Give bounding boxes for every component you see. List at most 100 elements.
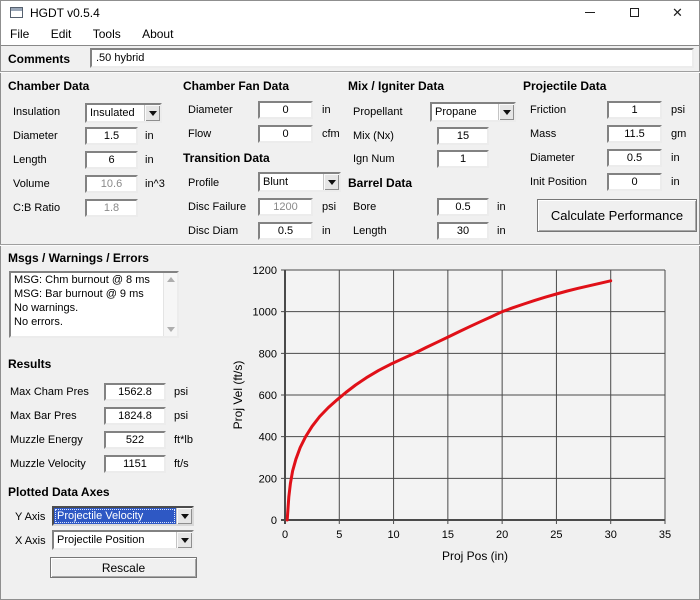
barrel-length-field[interactable]: 30 [437,222,489,240]
friction-label: Friction [530,104,566,116]
chamber-volume-unit: in^3 [145,178,165,190]
disc-failure-unit: psi [322,201,336,213]
results-header: Results [8,357,51,371]
y-tick-label: 0 [271,515,277,527]
disc-diam-field[interactable]: 0.5 [258,222,313,240]
scroll-down-icon[interactable] [167,327,175,332]
muzzle-energy-label: Muzzle Energy [10,434,83,446]
barrel-length-unit: in [497,225,506,237]
init-position-label: Init Position [530,176,587,188]
cb-ratio-field: 1.8 [85,199,138,217]
x-axis-label: X Axis [15,535,46,547]
chamber-volume-label: Volume [13,178,50,190]
ign-num-field[interactable]: 1 [437,150,489,168]
plotted-axes-header: Plotted Data Axes [8,485,110,499]
mix-igniter-header: Mix / Igniter Data [348,79,444,93]
x-axis-dropdown[interactable]: Projectile Position [52,530,194,550]
velocity-position-chart: 05101520253035020040060080010001200Proj … [228,250,694,580]
insulation-dropdown[interactable]: Insulated [85,103,162,123]
bore-label: Bore [353,201,376,213]
menubar: File Edit Tools About [1,24,699,46]
message-line: No warnings. [11,301,177,315]
dropdown-arrow-icon[interactable] [144,105,160,121]
max-cham-pres-field: 1562.8 [104,383,166,401]
muzzle-velocity-label: Muzzle Velocity [10,458,86,470]
x-tick-label: 20 [496,529,508,541]
window-title: HGDT v0.5.4 [30,6,100,20]
message-line: MSG: Bar burnout @ 9 ms [11,287,177,301]
fan-data-header: Chamber Fan Data [183,79,289,93]
fan-flow-label: Flow [188,128,211,140]
dropdown-arrow-icon[interactable] [176,508,192,524]
minimize-icon [585,12,595,13]
y-axis-title: Proj Vel (ft/s) [231,361,245,430]
barrel-data-header: Barrel Data [348,176,412,190]
calculate-performance-button[interactable]: Calculate Performance [537,199,697,232]
max-bar-pres-field: 1824.8 [104,407,166,425]
y-tick-label: 600 [259,390,277,402]
projectile-diameter-field[interactable]: 0.5 [607,149,662,167]
y-tick-label: 200 [259,473,277,485]
mass-field[interactable]: 11.5 [607,125,662,143]
fan-flow-field[interactable]: 0 [258,125,313,143]
dropdown-arrow-icon[interactable] [323,174,339,190]
max-bar-pres-label: Max Bar Pres [10,410,77,422]
muzzle-energy-unit: ft*lb [174,434,193,446]
ign-num-label: Ign Num [353,153,395,165]
fan-diameter-unit: in [322,104,331,116]
chamber-diameter-field[interactable]: 1.5 [85,127,138,145]
disc-diam-label: Disc Diam [188,225,238,237]
disc-diam-unit: in [322,225,331,237]
insulation-label: Insulation [13,106,60,118]
listbox-scrollbar[interactable] [163,273,177,336]
x-tick-label: 5 [336,529,342,541]
max-cham-pres-label: Max Cham Pres [10,386,89,398]
friction-field[interactable]: 1 [607,101,662,119]
y-tick-label: 800 [259,348,277,360]
dropdown-arrow-icon[interactable] [176,532,192,548]
menu-about[interactable]: About [133,24,182,45]
projectile-diameter-label: Diameter [530,152,575,164]
messages-header: Msgs / Warnings / Errors [8,251,149,265]
minimize-button[interactable] [567,1,612,24]
fan-diameter-field[interactable]: 0 [258,101,313,119]
profile-label: Profile [188,177,219,189]
dropdown-arrow-icon[interactable] [498,104,514,120]
chamber-length-unit: in [145,154,154,166]
x-tick-label: 35 [659,529,671,541]
menu-edit[interactable]: Edit [42,24,81,45]
scroll-up-icon[interactable] [167,277,175,282]
init-position-field[interactable]: 0 [607,173,662,191]
chamber-diameter-label: Diameter [13,130,58,142]
close-icon: ✕ [672,6,683,19]
mix-nx-field[interactable]: 15 [437,127,489,145]
propellant-dropdown[interactable]: Propane [430,102,516,122]
profile-dropdown[interactable]: Blunt [258,172,341,192]
bore-field[interactable]: 0.5 [437,198,489,216]
menu-tools[interactable]: Tools [84,24,130,45]
y-axis-dropdown[interactable]: Projectile Velocity [52,506,194,526]
maximize-button[interactable] [612,1,657,24]
cb-ratio-label: C:B Ratio [13,202,60,214]
x-tick-label: 10 [387,529,399,541]
menu-file[interactable]: File [1,24,38,45]
transition-data-header: Transition Data [183,151,270,165]
muzzle-energy-field: 522 [104,431,166,449]
rescale-button[interactable]: Rescale [50,557,197,578]
messages-listbox[interactable]: MSG: Chm burnout @ 8 ms MSG: Bar burnout… [9,271,179,338]
friction-unit: psi [671,104,685,116]
max-bar-pres-unit: psi [174,410,188,422]
init-position-unit: in [671,176,680,188]
close-button[interactable]: ✕ [655,1,700,24]
divider-middle [0,244,700,246]
x-tick-label: 25 [550,529,562,541]
max-cham-pres-unit: psi [174,386,188,398]
projectile-data-header: Projectile Data [523,79,606,93]
muzzle-velocity-field: 1151 [104,455,166,473]
comments-input[interactable]: .50 hybrid [90,48,694,68]
mass-label: Mass [530,128,556,140]
projectile-diameter-unit: in [671,152,680,164]
message-line: No errors. [11,315,177,329]
barrel-length-label: Length [353,225,387,237]
chamber-length-field[interactable]: 6 [85,151,138,169]
